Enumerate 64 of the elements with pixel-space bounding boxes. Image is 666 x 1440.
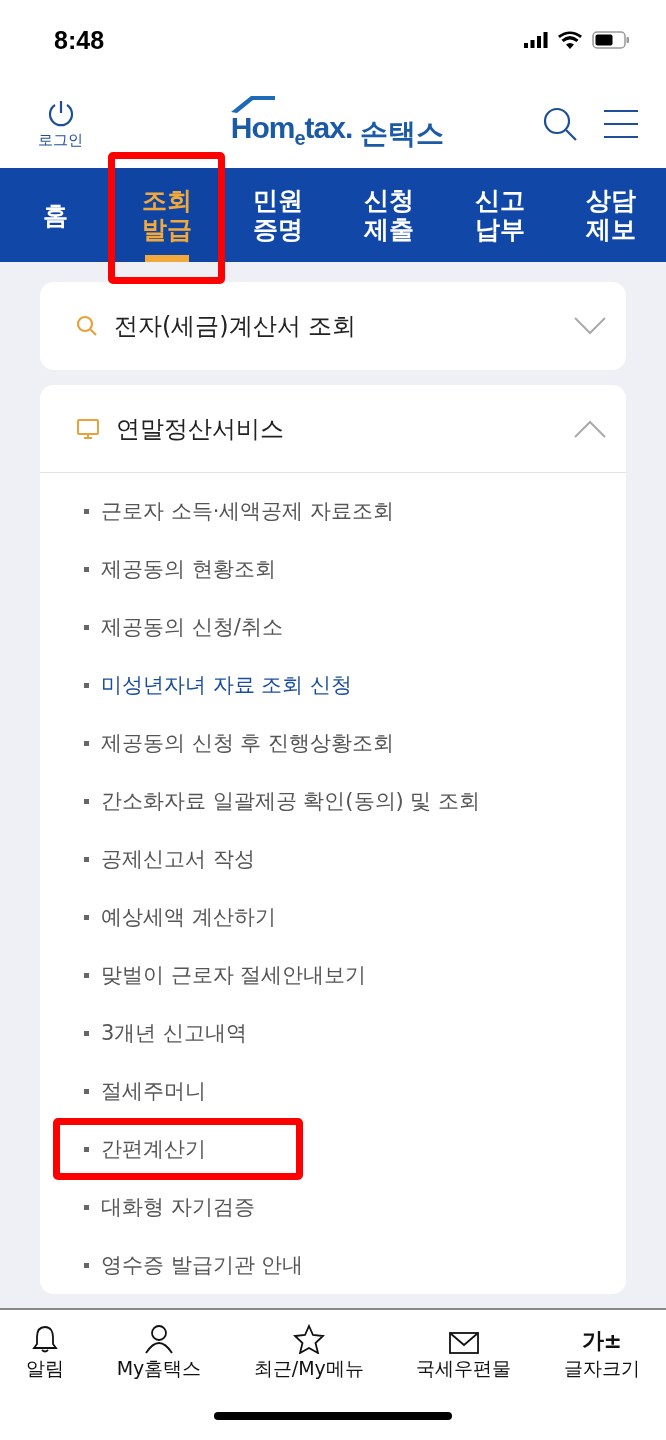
bullet-icon bbox=[84, 624, 89, 630]
house-roof-icon bbox=[230, 95, 275, 113]
menu-link[interactable]: 간편계산기 bbox=[101, 1135, 206, 1163]
logo-brand: Hom$_{e}$tax. bbox=[230, 112, 353, 151]
monitor-icon bbox=[76, 417, 100, 440]
bullet-icon bbox=[84, 1146, 89, 1152]
signal-icon bbox=[524, 32, 548, 48]
active-tab-indicator bbox=[144, 255, 189, 262]
menu-link[interactable]: 제공동의 현황조회 bbox=[101, 555, 276, 583]
chevron-down-icon bbox=[574, 317, 606, 335]
menu-link[interactable]: 예상세액 계산하기 bbox=[101, 903, 276, 931]
nav-tab[interactable]: 민원 증명 bbox=[222, 168, 333, 262]
section-title: 전자(세금)계산서 조회 bbox=[114, 311, 358, 342]
menu-link[interactable]: 대화형 자기검증 bbox=[101, 1193, 255, 1221]
bullet-icon bbox=[84, 740, 89, 746]
person-icon bbox=[144, 1324, 174, 1354]
chevron-up-icon bbox=[574, 419, 606, 438]
bullet-icon bbox=[84, 682, 89, 688]
bullet-icon bbox=[84, 856, 89, 862]
menu-link[interactable]: 간소화자료 일괄제공 확인(동의) 및 조회 bbox=[101, 787, 481, 815]
bullet-icon bbox=[84, 914, 89, 920]
search-button[interactable] bbox=[542, 106, 578, 142]
login-button[interactable]: 로그인 bbox=[38, 98, 83, 150]
menu-link[interactable]: 3개년 신고내역 bbox=[101, 1019, 248, 1047]
section-header[interactable]: 연말정산서비스 bbox=[40, 385, 626, 473]
bullet-icon bbox=[84, 1262, 89, 1268]
font-size-icon: 가± bbox=[581, 1328, 622, 1354]
menu-link[interactable]: 근로자 소득·세액공제 자료조회 bbox=[101, 497, 395, 525]
menu-link[interactable]: 영수증 발급기관 안내 bbox=[101, 1251, 304, 1279]
bottom-nav-item[interactable]: 가± 글자크기 bbox=[563, 1320, 640, 1382]
nav-tab[interactable]: 신청 제출 bbox=[333, 168, 444, 262]
menu-link[interactable]: 맞벌이 근로자 절세안내보기 bbox=[101, 961, 367, 989]
menu-link[interactable]: 제공동의 신청 후 진행상황조회 bbox=[101, 729, 395, 757]
bottom-nav-item[interactable]: 알림 bbox=[26, 1320, 65, 1382]
bullet-icon bbox=[84, 1030, 89, 1036]
bottom-nav-item[interactable]: 국세우편물 bbox=[416, 1320, 512, 1382]
menu-link[interactable]: 절세주머니 bbox=[101, 1077, 206, 1105]
nav-tab[interactable]: 홈 bbox=[0, 168, 111, 262]
star-icon bbox=[292, 1324, 325, 1354]
logo-app-name: 손택스 bbox=[360, 115, 445, 152]
bullet-icon bbox=[84, 1204, 89, 1210]
mail-icon bbox=[448, 1332, 479, 1354]
menu-link[interactable]: 제공동의 신청/취소 bbox=[101, 613, 283, 641]
bullet-icon bbox=[84, 566, 89, 572]
section-header[interactable]: 전자(세금)계산서 조회 bbox=[40, 282, 626, 370]
bullet-icon bbox=[84, 972, 89, 978]
bottom-nav-item[interactable]: My홈택스 bbox=[116, 1320, 202, 1382]
bullet-icon bbox=[84, 1088, 89, 1094]
menu-icon bbox=[604, 109, 638, 139]
menu-link[interactable]: 미성년자녀 자료 조회 신청 bbox=[101, 671, 353, 699]
bell-icon bbox=[31, 1324, 60, 1354]
bullet-icon bbox=[84, 798, 89, 804]
search-icon bbox=[76, 315, 98, 337]
nav-tab[interactable]: 신고 납부 bbox=[444, 168, 555, 262]
wifi-icon bbox=[558, 31, 582, 49]
nav-tab[interactable]: 상담 제보 bbox=[555, 168, 666, 262]
bullet-icon bbox=[84, 508, 89, 514]
menu-button[interactable] bbox=[604, 109, 638, 139]
status-time: 8:48 bbox=[54, 25, 105, 55]
search-icon bbox=[542, 106, 578, 142]
section-title: 연말정산서비스 bbox=[116, 413, 285, 445]
bottom-nav-item[interactable]: 최근/My메뉴 bbox=[253, 1320, 364, 1382]
menu-link[interactable]: 공제신고서 작성 bbox=[101, 845, 255, 873]
battery-icon bbox=[592, 31, 630, 49]
